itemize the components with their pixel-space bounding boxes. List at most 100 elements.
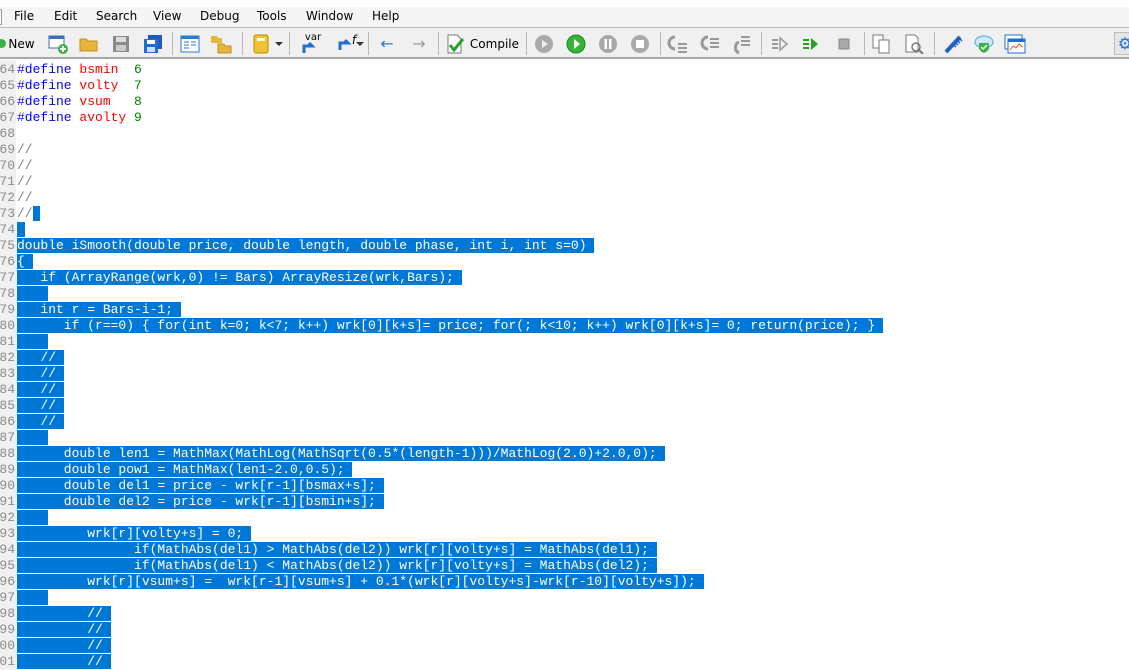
- code-token: vsum: [71, 94, 111, 109]
- menu-search[interactable]: Search: [94, 9, 139, 23]
- menu-debug[interactable]: Debug: [198, 9, 241, 23]
- menu-edit[interactable]: Edit: [52, 9, 79, 23]
- reference-button[interactable]: [250, 32, 272, 55]
- code-line[interactable]: 97: [0, 590, 1129, 606]
- insert-function-button[interactable]: f: [336, 32, 358, 55]
- pause-button[interactable]: [597, 32, 619, 55]
- code-line[interactable]: 92: [0, 510, 1129, 526]
- code-editor[interactable]: 64 #define bsmin 6 65 #define volty 7 66 #def…: [0, 60, 1129, 670]
- code-line[interactable]: 66 #define vsum 8: [0, 94, 1129, 110]
- replay-button[interactable]: [533, 32, 555, 55]
- menu-tools[interactable]: Tools: [255, 9, 289, 23]
- code-line[interactable]: 83 //: [0, 366, 1129, 382]
- forward-button[interactable]: →: [409, 32, 429, 55]
- code-line[interactable]: 101 //: [0, 654, 1129, 670]
- profile-button[interactable]: [769, 32, 791, 55]
- toolbox-button[interactable]: [209, 32, 233, 55]
- code-line[interactable]: 87: [0, 430, 1129, 446]
- code-line[interactable]: 98 //: [0, 606, 1129, 622]
- cloud-protector-button[interactable]: [973, 32, 995, 55]
- code-line[interactable]: 82 //: [0, 350, 1129, 366]
- toolbar-separator: [438, 32, 439, 55]
- menu-view[interactable]: View: [151, 9, 183, 23]
- line-number: 93: [0, 526, 15, 542]
- code-line[interactable]: 89 double pow1 = MathMax(len1-2.0,0.5);: [0, 462, 1129, 478]
- code-token: 6: [118, 62, 142, 77]
- code-line[interactable]: 90 double del1 = price - wrk[r-1][bsmax+…: [0, 478, 1129, 494]
- stop-button[interactable]: [629, 32, 651, 55]
- code-line[interactable]: 91 double del2 = price - wrk[r-1][bsmin+…: [0, 494, 1129, 510]
- line-number-text: 67: [0, 110, 15, 125]
- new-project-button[interactable]: [46, 32, 70, 55]
- code-line[interactable]: 100 //: [0, 638, 1129, 654]
- settings-button[interactable]: ⚙: [1114, 32, 1129, 55]
- code-token: volty: [71, 78, 119, 93]
- code-line[interactable]: 76{: [0, 254, 1129, 270]
- new-button[interactable]: New: [0, 32, 36, 55]
- copy-button[interactable]: [870, 32, 892, 55]
- chart-window-button[interactable]: [1004, 32, 1026, 55]
- save-all-button[interactable]: [141, 32, 165, 55]
- stop-profiling-button[interactable]: [833, 32, 855, 55]
- step-out-button[interactable]: [730, 32, 752, 55]
- code-line[interactable]: 85 //: [0, 398, 1129, 414]
- navigator-button[interactable]: [178, 32, 202, 55]
- menu-window[interactable]: Window: [304, 9, 355, 23]
- step-over-icon: [700, 35, 719, 50]
- reference-dropdown-arrow[interactable]: [275, 42, 283, 46]
- code-line[interactable]: 79 int r = Bars-i-1;: [0, 302, 1129, 318]
- function-dropdown-arrow[interactable]: [356, 42, 364, 46]
- code-line[interactable]: 84 //: [0, 382, 1129, 398]
- code-line[interactable]: 78: [0, 286, 1129, 302]
- step-over-button[interactable]: [699, 32, 721, 55]
- code-line[interactable]: 80 if (r==0) { for(int k=0; k<7; k++) wr…: [0, 318, 1129, 334]
- start-profiling-button[interactable]: [800, 32, 822, 55]
- menu-help[interactable]: Help: [370, 9, 401, 23]
- new-project-icon: [48, 35, 68, 54]
- code-line[interactable]: 72//: [0, 190, 1129, 206]
- find-button[interactable]: [903, 32, 925, 55]
- code-line[interactable]: 95 if(MathAbs(del1) < MathAbs(del2)) wrk…: [0, 558, 1129, 574]
- code-line[interactable]: 77 if (ArrayRange(wrk,0) != Bars) ArrayR…: [0, 270, 1129, 286]
- line-number-text: 101: [0, 654, 15, 669]
- code-text: #define bsmin 6: [17, 62, 142, 78]
- code-line[interactable]: 65 #define volty 7: [0, 78, 1129, 94]
- menu-file[interactable]: File: [12, 9, 36, 23]
- code-line[interactable]: 86 //: [0, 414, 1129, 430]
- code-line[interactable]: 81: [0, 334, 1129, 350]
- new-label: New: [8, 36, 35, 51]
- compile-button[interactable]: Compile: [445, 32, 519, 55]
- line-number: 76: [0, 254, 15, 270]
- code-line[interactable]: 74: [0, 222, 1129, 238]
- code-line[interactable]: 88 double len1 = MathMax(MathLog(MathSqr…: [0, 446, 1129, 462]
- code-line[interactable]: 73//: [0, 206, 1129, 222]
- line-number: 80: [0, 318, 15, 334]
- code-line[interactable]: 71//: [0, 174, 1129, 190]
- save-button[interactable]: [109, 32, 133, 55]
- code-line[interactable]: 70//: [0, 158, 1129, 174]
- line-number: 98: [0, 606, 15, 622]
- code-line[interactable]: 75 double iSmooth(double price, double le…: [0, 238, 1129, 254]
- line-number-text: 72: [0, 190, 15, 205]
- code-line[interactable]: 69//: [0, 142, 1129, 158]
- selected-code: if (ArrayRange(wrk,0) != Bars) ArrayResi…: [17, 270, 462, 285]
- insert-variable-button[interactable]: var: [298, 32, 321, 55]
- open-button[interactable]: [77, 32, 101, 55]
- code-line[interactable]: 67 #define avolty 9: [0, 110, 1129, 126]
- code-text: //: [17, 414, 64, 430]
- code-text: //: [17, 654, 111, 670]
- code-line[interactable]: 64 #define bsmin 6: [0, 62, 1129, 78]
- code-line[interactable]: 93 wrk[r][volty+s] = 0;: [0, 526, 1129, 542]
- code-text: //: [17, 350, 64, 366]
- code-line[interactable]: 68: [0, 126, 1129, 142]
- step-into-button[interactable]: [667, 32, 689, 55]
- code-line[interactable]: 94 if(MathAbs(del1) > MathAbs(del2)) wrk…: [0, 542, 1129, 558]
- styler-button[interactable]: [943, 32, 965, 55]
- code-line[interactable]: 96 wrk[r][vsum+s] = wrk[r-1][vsum+s] + 0…: [0, 574, 1129, 590]
- start-debug-button[interactable]: [565, 32, 587, 55]
- back-button[interactable]: ←: [377, 32, 397, 55]
- code-line[interactable]: 99 //: [0, 622, 1129, 638]
- replay-icon: [535, 34, 553, 53]
- code-token: 7: [118, 78, 142, 93]
- line-number: 81: [0, 334, 15, 350]
